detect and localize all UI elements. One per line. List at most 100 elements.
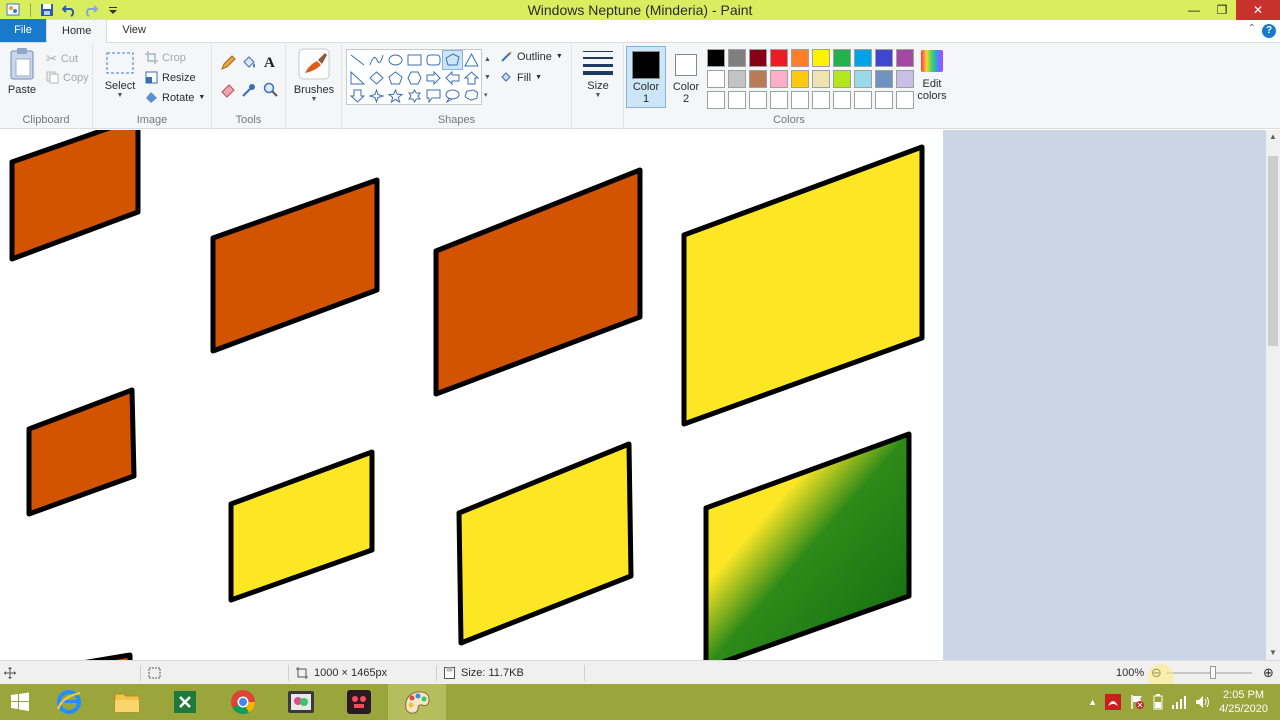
- show-hidden-icons-icon[interactable]: ▲: [1088, 697, 1097, 707]
- close-button[interactable]: ✕: [1236, 0, 1280, 20]
- oval-callout-shape-icon[interactable]: [443, 87, 462, 105]
- diamond-shape-icon[interactable]: [367, 69, 386, 87]
- eraser-icon[interactable]: [220, 82, 236, 101]
- palette-swatch[interactable]: [707, 91, 725, 109]
- fill-bucket-icon[interactable]: [241, 55, 257, 74]
- paint-app-icon[interactable]: [6, 2, 22, 18]
- palette-swatch[interactable]: [833, 70, 851, 88]
- palette-swatch[interactable]: [812, 91, 830, 109]
- palette-swatch[interactable]: [854, 49, 872, 67]
- copy-button[interactable]: Copy: [46, 71, 89, 84]
- pentagon-shape-icon[interactable]: [386, 69, 405, 87]
- battery-icon[interactable]: [1153, 694, 1163, 710]
- paste-button[interactable]: Paste: [4, 47, 40, 96]
- customize-icon[interactable]: [105, 2, 121, 18]
- start-button[interactable]: [0, 684, 40, 720]
- six-point-star-shape-icon[interactable]: [405, 87, 424, 105]
- palette-swatch[interactable]: [875, 70, 893, 88]
- down-arrow-shape-icon[interactable]: [348, 87, 367, 105]
- line-shape-icon[interactable]: [348, 51, 367, 69]
- size-button[interactable]: Size ▼: [578, 49, 618, 99]
- palette-swatch[interactable]: [770, 91, 788, 109]
- paint-taskbar-button[interactable]: [388, 684, 446, 720]
- rotate-button[interactable]: Rotate ▼: [145, 91, 205, 104]
- scroll-up-icon[interactable]: ▲: [1266, 130, 1280, 144]
- color-picker-icon[interactable]: [241, 82, 257, 101]
- oval-shape-icon[interactable]: [386, 51, 405, 69]
- triangle-shape-icon[interactable]: [462, 51, 481, 69]
- up-arrow-shape-icon[interactable]: [462, 69, 481, 87]
- photo-app-button[interactable]: [272, 684, 330, 720]
- tab-home[interactable]: Home: [46, 19, 108, 43]
- redo-icon[interactable]: [83, 2, 99, 18]
- select-button[interactable]: Select ▼: [103, 51, 137, 99]
- palette-swatch[interactable]: [854, 91, 872, 109]
- edit-colors-button[interactable]: Edit colors: [914, 47, 950, 102]
- excel-button[interactable]: [156, 684, 214, 720]
- color2-button[interactable]: Color 2: [668, 46, 704, 108]
- hexagon-shape-icon[interactable]: [405, 69, 424, 87]
- rounded-rectangle-shape-icon[interactable]: [424, 51, 443, 69]
- vertical-scrollbar[interactable]: ▲ ▼: [1266, 130, 1280, 660]
- rect-callout-shape-icon[interactable]: [424, 87, 443, 105]
- palette-swatch[interactable]: [854, 70, 872, 88]
- minimize-button[interactable]: —: [1180, 0, 1208, 20]
- brushes-button[interactable]: Brushes ▼: [292, 47, 336, 103]
- cut-button[interactable]: ✂ Cut: [46, 51, 78, 67]
- zoom-in-button[interactable]: ⊕: [1263, 661, 1274, 685]
- palette-swatch[interactable]: [896, 91, 914, 109]
- volume-icon[interactable]: [1195, 695, 1211, 709]
- scroll-thumb[interactable]: [1268, 156, 1278, 346]
- save-icon[interactable]: [39, 2, 55, 18]
- palette-swatch[interactable]: [707, 70, 725, 88]
- palette-swatch[interactable]: [749, 70, 767, 88]
- palette-swatch[interactable]: [770, 70, 788, 88]
- file-explorer-button[interactable]: [98, 684, 156, 720]
- palette-swatch[interactable]: [875, 91, 893, 109]
- palette-swatch[interactable]: [833, 49, 851, 67]
- palette-swatch[interactable]: [707, 49, 725, 67]
- zoom-slider-thumb[interactable]: [1210, 666, 1216, 679]
- internet-explorer-button[interactable]: [40, 684, 98, 720]
- pencil-icon[interactable]: [220, 55, 236, 74]
- clock[interactable]: 2:05 PM 4/25/2020: [1219, 688, 1268, 716]
- palette-swatch[interactable]: [749, 91, 767, 109]
- chrome-button[interactable]: [214, 684, 272, 720]
- tab-view[interactable]: View: [107, 19, 161, 42]
- right-triangle-shape-icon[interactable]: [348, 69, 367, 87]
- tab-file[interactable]: File: [0, 19, 46, 42]
- restore-button[interactable]: ❐: [1208, 0, 1236, 20]
- polygon-shape-icon[interactable]: [442, 50, 463, 70]
- help-icon[interactable]: ?: [1262, 24, 1276, 38]
- palette-swatch[interactable]: [812, 49, 830, 67]
- resize-button[interactable]: Resize: [145, 71, 196, 84]
- network-signal-icon[interactable]: [1171, 695, 1187, 709]
- drawing-canvas[interactable]: [0, 130, 943, 660]
- magnifier-icon[interactable]: [263, 82, 279, 101]
- palette-swatch[interactable]: [728, 49, 746, 67]
- palette-swatch[interactable]: [791, 49, 809, 67]
- crop-button[interactable]: Crop: [145, 51, 186, 64]
- palette-swatch[interactable]: [749, 49, 767, 67]
- zoom-slider[interactable]: [1166, 672, 1252, 674]
- cloud-callout-shape-icon[interactable]: [462, 87, 481, 105]
- text-tool-icon[interactable]: A: [264, 55, 275, 72]
- acrobat-icon[interactable]: [1105, 694, 1122, 710]
- color1-button[interactable]: Color 1: [626, 46, 666, 108]
- media-app-button[interactable]: [330, 684, 388, 720]
- palette-swatch[interactable]: [896, 70, 914, 88]
- palette-swatch[interactable]: [833, 91, 851, 109]
- five-point-star-shape-icon[interactable]: [386, 87, 405, 105]
- left-arrow-shape-icon[interactable]: [443, 69, 462, 87]
- fill-button[interactable]: Fill ▼: [500, 71, 542, 84]
- outline-button[interactable]: Outline ▼: [500, 50, 563, 63]
- palette-swatch[interactable]: [896, 49, 914, 67]
- palette-swatch[interactable]: [728, 70, 746, 88]
- right-arrow-shape-icon[interactable]: [424, 69, 443, 87]
- scroll-down-icon[interactable]: ▼: [1266, 646, 1280, 660]
- palette-swatch[interactable]: [770, 49, 788, 67]
- shapes-scroll[interactable]: ▲ ▼ ▾: [484, 51, 492, 105]
- palette-swatch[interactable]: [812, 70, 830, 88]
- action-center-flag-icon[interactable]: [1129, 694, 1145, 710]
- undo-icon[interactable]: [61, 2, 77, 18]
